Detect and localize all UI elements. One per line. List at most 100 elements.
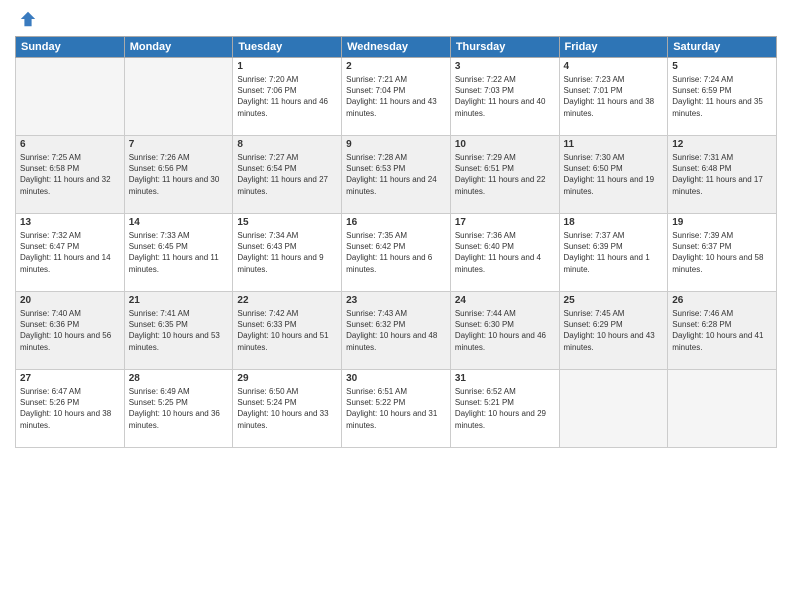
day-number: 15 <box>237 217 337 228</box>
day-info: Sunrise: 7:23 AM Sunset: 7:01 PM Dayligh… <box>564 74 664 119</box>
day-number: 27 <box>20 373 120 384</box>
day-number: 1 <box>237 61 337 72</box>
day-number: 19 <box>672 217 772 228</box>
calendar-cell: 21 Sunrise: 7:41 AM Sunset: 6:35 PM Dayli… <box>124 292 233 370</box>
day-number: 18 <box>564 217 664 228</box>
day-number: 16 <box>346 217 446 228</box>
header-sunday: Sunday <box>16 37 125 58</box>
calendar-cell: 30 Sunrise: 6:51 AM Sunset: 5:22 PM Dayli… <box>342 370 451 448</box>
page: Sunday Monday Tuesday Wednesday Thursday… <box>0 0 792 612</box>
logo <box>15 10 37 28</box>
calendar-cell: 1Sunrise: 7:20 AM Sunset: 7:06 PM Daylig… <box>233 58 342 136</box>
calendar-cell: 7 Sunrise: 7:26 AM Sunset: 6:56 PM Daylig… <box>124 136 233 214</box>
week-row-1: 1Sunrise: 7:20 AM Sunset: 7:06 PM Daylig… <box>16 58 777 136</box>
calendar-cell: 14 Sunrise: 7:33 AM Sunset: 6:45 PM Dayli… <box>124 214 233 292</box>
day-info: Sunrise: 7:22 AM Sunset: 7:03 PM Dayligh… <box>455 74 555 119</box>
day-number: 2 <box>346 61 446 72</box>
calendar-cell: 23Sunrise: 7:43 AM Sunset: 6:32 PM Dayli… <box>342 292 451 370</box>
week-row-3: 13Sunrise: 7:32 AM Sunset: 6:47 PM Dayli… <box>16 214 777 292</box>
calendar-cell: 27 Sunrise: 6:47 AM Sunset: 5:26 PM Dayli… <box>16 370 125 448</box>
day-info: Sunrise: 6:47 AM Sunset: 5:26 PM Dayligh… <box>20 386 120 431</box>
day-info: Sunrise: 7:31 AM Sunset: 6:48 PM Dayligh… <box>672 152 772 197</box>
weekday-header-row: Sunday Monday Tuesday Wednesday Thursday… <box>16 37 777 58</box>
calendar-cell: 8 Sunrise: 7:27 AM Sunset: 6:54 PM Daylig… <box>233 136 342 214</box>
day-info: Sunrise: 7:30 AM Sunset: 6:50 PM Dayligh… <box>564 152 664 197</box>
day-number: 5 <box>672 61 772 72</box>
day-info: Sunrise: 7:36 AM Sunset: 6:40 PM Dayligh… <box>455 230 555 275</box>
day-number: 7 <box>129 139 229 150</box>
calendar-cell: 29 Sunrise: 6:50 AM Sunset: 5:24 PM Dayli… <box>233 370 342 448</box>
day-number: 9 <box>346 139 446 150</box>
day-info: Sunrise: 7:34 AM Sunset: 6:43 PM Dayligh… <box>237 230 337 275</box>
day-number: 26 <box>672 295 772 306</box>
calendar: Sunday Monday Tuesday Wednesday Thursday… <box>15 36 777 448</box>
day-info: Sunrise: 7:21 AM Sunset: 7:04 PM Dayligh… <box>346 74 446 119</box>
day-number: 17 <box>455 217 555 228</box>
day-number: 8 <box>237 139 337 150</box>
calendar-cell: 31 Sunrise: 6:52 AM Sunset: 5:21 PM Dayli… <box>450 370 559 448</box>
day-info: Sunrise: 7:28 AM Sunset: 6:53 PM Dayligh… <box>346 152 446 197</box>
day-number: 31 <box>455 373 555 384</box>
day-info: Sunrise: 7:25 AM Sunset: 6:58 PM Dayligh… <box>20 152 120 197</box>
calendar-cell: 24 Sunrise: 7:44 AM Sunset: 6:30 PM Dayli… <box>450 292 559 370</box>
calendar-cell: 16 Sunrise: 7:35 AM Sunset: 6:42 PM Dayli… <box>342 214 451 292</box>
day-number: 10 <box>455 139 555 150</box>
day-info: Sunrise: 6:49 AM Sunset: 5:25 PM Dayligh… <box>129 386 229 431</box>
day-info: Sunrise: 7:44 AM Sunset: 6:30 PM Dayligh… <box>455 308 555 353</box>
day-number: 22 <box>237 295 337 306</box>
day-number: 21 <box>129 295 229 306</box>
calendar-cell: 18 Sunrise: 7:37 AM Sunset: 6:39 PM Dayli… <box>559 214 668 292</box>
day-number: 12 <box>672 139 772 150</box>
day-number: 24 <box>455 295 555 306</box>
calendar-cell: 25 Sunrise: 7:45 AM Sunset: 6:29 PM Dayli… <box>559 292 668 370</box>
day-info: Sunrise: 7:37 AM Sunset: 6:39 PM Dayligh… <box>564 230 664 275</box>
day-info: Sunrise: 7:46 AM Sunset: 6:28 PM Dayligh… <box>672 308 772 353</box>
day-number: 13 <box>20 217 120 228</box>
header-saturday: Saturday <box>668 37 777 58</box>
day-number: 28 <box>129 373 229 384</box>
calendar-cell: 15 Sunrise: 7:34 AM Sunset: 6:43 PM Dayli… <box>233 214 342 292</box>
week-row-4: 20 Sunrise: 7:40 AM Sunset: 6:36 PM Dayli… <box>16 292 777 370</box>
calendar-cell: 19 Sunrise: 7:39 AM Sunset: 6:37 PM Dayli… <box>668 214 777 292</box>
day-info: Sunrise: 6:51 AM Sunset: 5:22 PM Dayligh… <box>346 386 446 431</box>
day-number: 4 <box>564 61 664 72</box>
day-info: Sunrise: 7:45 AM Sunset: 6:29 PM Dayligh… <box>564 308 664 353</box>
calendar-cell: 26 Sunrise: 7:46 AM Sunset: 6:28 PM Dayli… <box>668 292 777 370</box>
calendar-cell: 13Sunrise: 7:32 AM Sunset: 6:47 PM Dayli… <box>16 214 125 292</box>
day-info: Sunrise: 7:41 AM Sunset: 6:35 PM Dayligh… <box>129 308 229 353</box>
day-number: 20 <box>20 295 120 306</box>
calendar-cell <box>16 58 125 136</box>
day-info: Sunrise: 7:40 AM Sunset: 6:36 PM Dayligh… <box>20 308 120 353</box>
day-number: 3 <box>455 61 555 72</box>
logo-icon <box>19 10 37 28</box>
calendar-cell: 6Sunrise: 7:25 AM Sunset: 6:58 PM Daylig… <box>16 136 125 214</box>
header <box>15 10 777 28</box>
day-info: Sunrise: 7:29 AM Sunset: 6:51 PM Dayligh… <box>455 152 555 197</box>
calendar-cell: 10 Sunrise: 7:29 AM Sunset: 6:51 PM Dayli… <box>450 136 559 214</box>
calendar-cell: 2 Sunrise: 7:21 AM Sunset: 7:04 PM Daylig… <box>342 58 451 136</box>
calendar-cell <box>124 58 233 136</box>
day-number: 14 <box>129 217 229 228</box>
day-number: 23 <box>346 295 446 306</box>
day-info: Sunrise: 7:26 AM Sunset: 6:56 PM Dayligh… <box>129 152 229 197</box>
day-info: Sunrise: 7:27 AM Sunset: 6:54 PM Dayligh… <box>237 152 337 197</box>
day-number: 25 <box>564 295 664 306</box>
calendar-cell: 20 Sunrise: 7:40 AM Sunset: 6:36 PM Dayli… <box>16 292 125 370</box>
calendar-cell: 3 Sunrise: 7:22 AM Sunset: 7:03 PM Daylig… <box>450 58 559 136</box>
day-info: Sunrise: 6:52 AM Sunset: 5:21 PM Dayligh… <box>455 386 555 431</box>
calendar-cell <box>559 370 668 448</box>
calendar-cell: 4 Sunrise: 7:23 AM Sunset: 7:01 PM Daylig… <box>559 58 668 136</box>
header-thursday: Thursday <box>450 37 559 58</box>
calendar-cell: 9 Sunrise: 7:28 AM Sunset: 6:53 PM Daylig… <box>342 136 451 214</box>
calendar-cell: 5Sunrise: 7:24 AM Sunset: 6:59 PM Daylig… <box>668 58 777 136</box>
calendar-cell: 11Sunrise: 7:30 AM Sunset: 6:50 PM Dayli… <box>559 136 668 214</box>
day-info: Sunrise: 7:35 AM Sunset: 6:42 PM Dayligh… <box>346 230 446 275</box>
header-monday: Monday <box>124 37 233 58</box>
header-friday: Friday <box>559 37 668 58</box>
day-info: Sunrise: 7:33 AM Sunset: 6:45 PM Dayligh… <box>129 230 229 275</box>
week-row-5: 27 Sunrise: 6:47 AM Sunset: 5:26 PM Dayli… <box>16 370 777 448</box>
day-info: Sunrise: 7:39 AM Sunset: 6:37 PM Dayligh… <box>672 230 772 275</box>
day-number: 30 <box>346 373 446 384</box>
day-info: Sunrise: 6:50 AM Sunset: 5:24 PM Dayligh… <box>237 386 337 431</box>
day-number: 29 <box>237 373 337 384</box>
